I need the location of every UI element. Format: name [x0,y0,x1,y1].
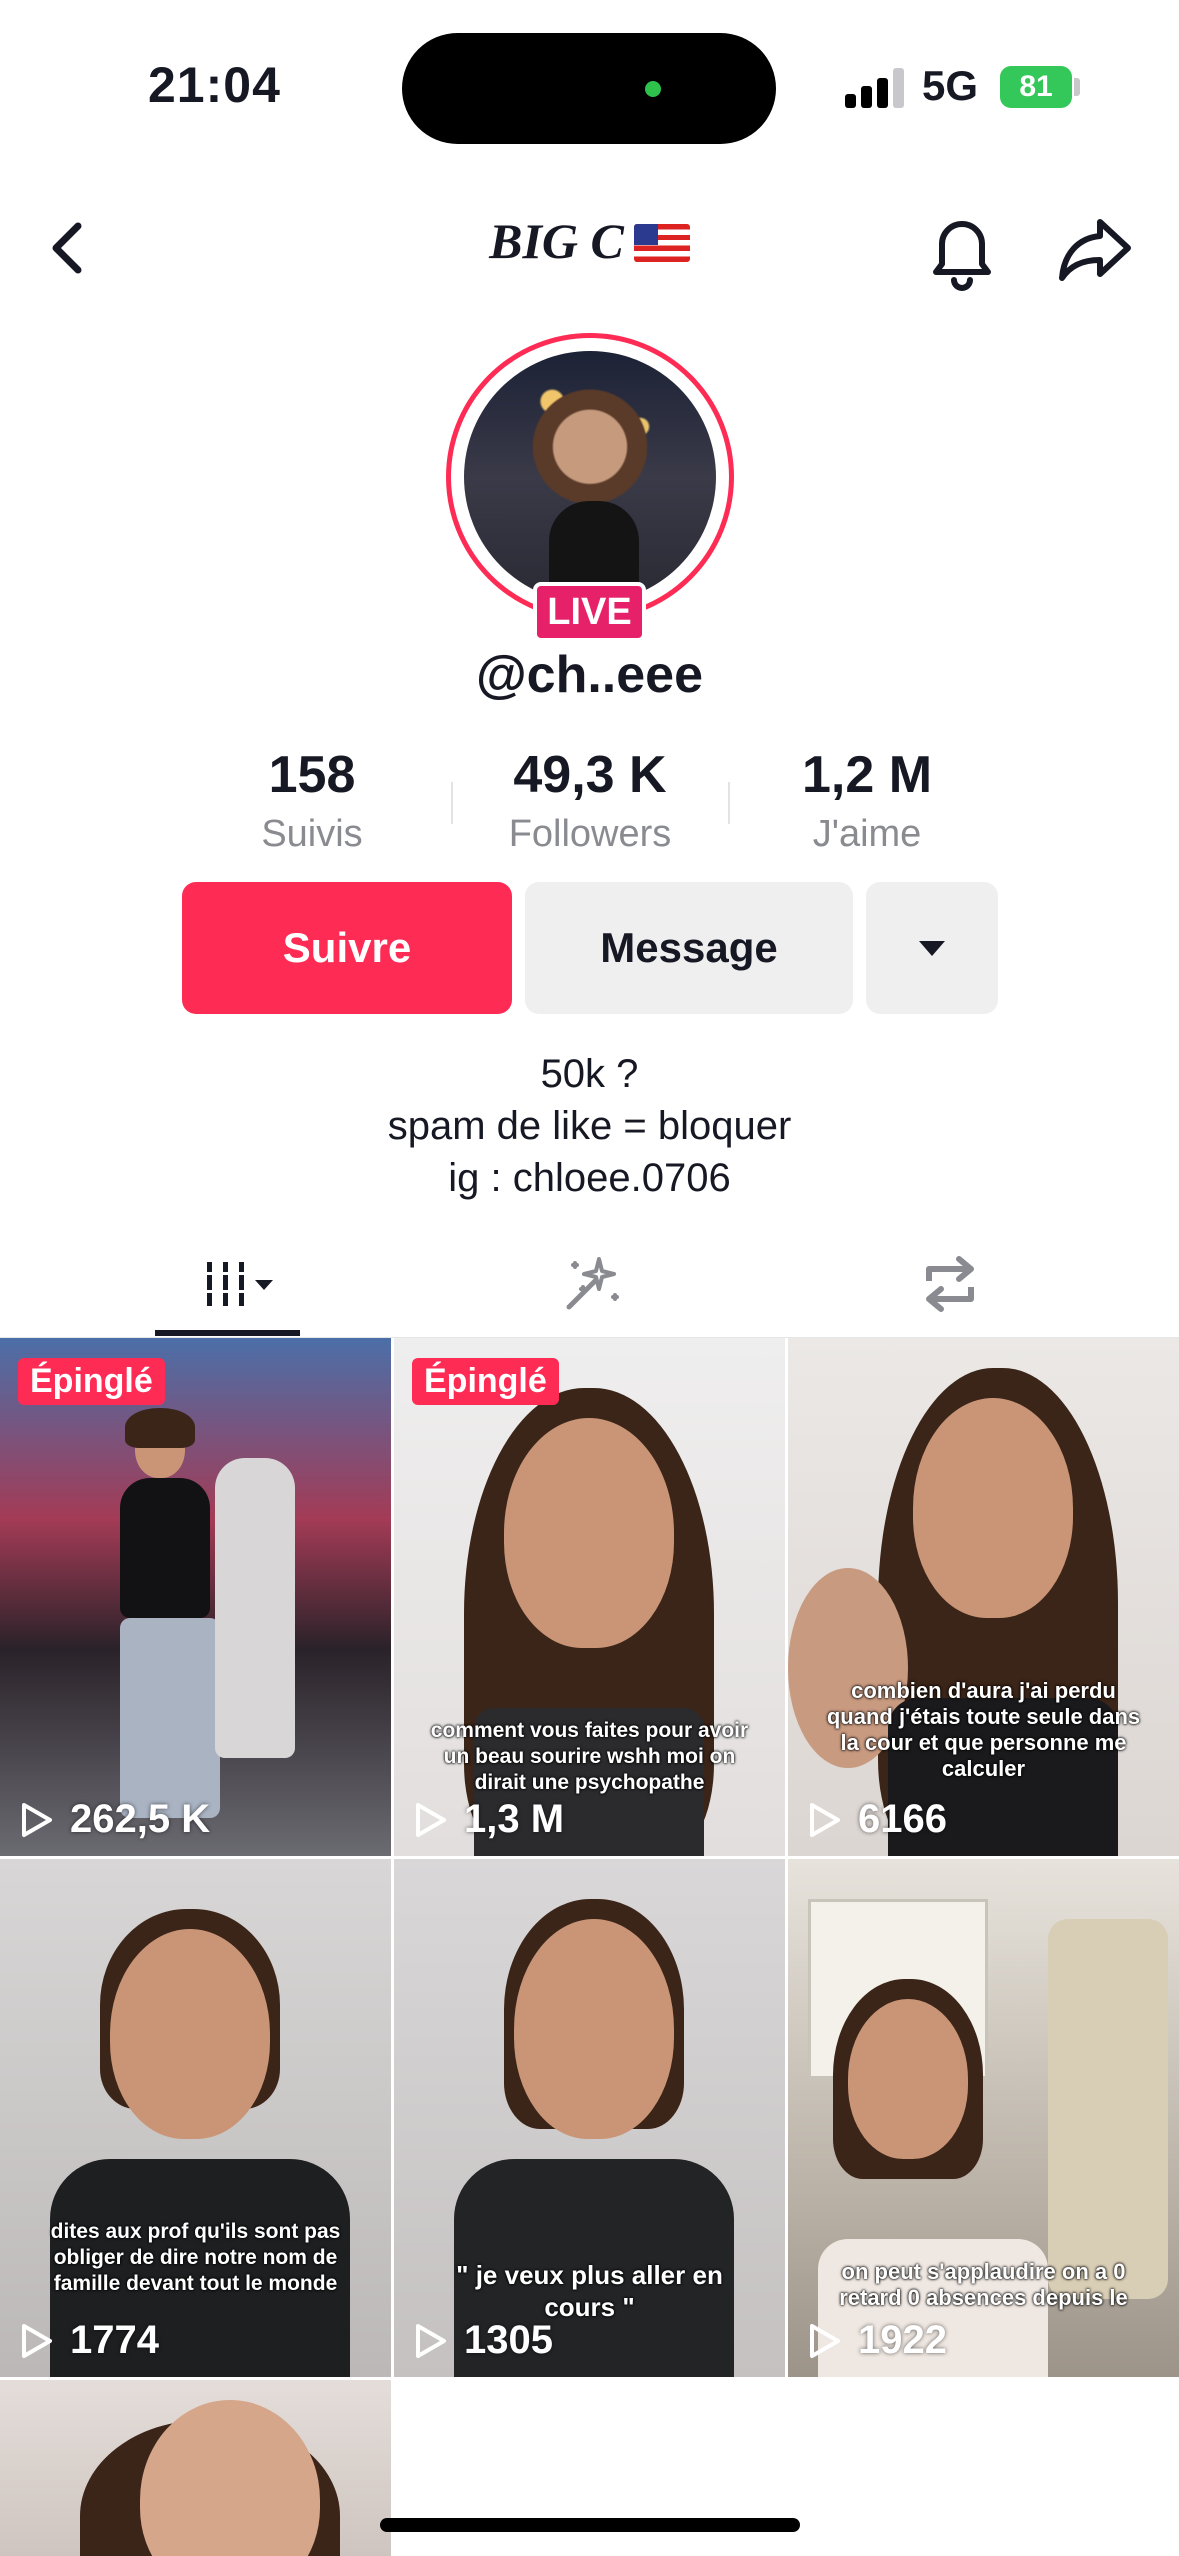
video-tile[interactable]: Épinglé 262,5 K [0,1338,391,1856]
network-type: 5G [922,62,979,109]
play-icon [22,1802,52,1837]
share-arrow-icon [1059,219,1131,281]
message-button[interactable]: Message [525,882,853,1014]
play-icon [416,2323,446,2358]
caret-down-icon [919,940,945,956]
us-flag-icon [633,224,690,262]
play-count: 6166 [804,1797,947,1842]
status-time: 21:04 [148,57,281,113]
bio-line: ig : chloee.0706 [448,1156,731,1200]
stat-value: 49,3 K [513,746,667,804]
profile-header: BIG C [0,190,1179,300]
battery-tip [1074,78,1080,96]
play-icon [416,1802,446,1837]
username: @ch..eee [475,646,704,704]
stat-value: 158 [268,746,356,804]
video-caption: dites aux prof qu'ils sont pas obliger d… [50,2220,341,2295]
play-count: 1774 [16,2318,159,2363]
grid-icon [204,1262,273,1306]
stat-divider [728,782,730,824]
camera-indicator-icon [645,81,661,97]
page-title: BIG C [0,212,1179,270]
stat-label: Suivis [261,813,363,855]
stat-label: J'aime [812,813,922,855]
share-button[interactable] [1052,208,1137,288]
play-count: 262,5 K [16,1797,210,1842]
play-count-value: 1774 [70,2318,159,2362]
video-tile[interactable] [0,2380,391,2556]
video-tile[interactable]: on peut s'applaudire on a 0 retard 0 abs… [788,1859,1179,2377]
live-badge[interactable]: LIVE [533,582,646,642]
battery-level: 81 [1019,70,1053,103]
tab-reposts[interactable] [900,1230,1000,1338]
video-tile[interactable]: dites aux prof qu'ils sont pas obliger d… [0,1859,391,2377]
avatar [464,351,716,603]
more-options-button[interactable] [866,882,998,1014]
video-tile[interactable]: Épinglé comment vous faites pour avoir u… [394,1338,785,1856]
play-icon [22,2323,52,2358]
play-count: 1,3 M [410,1797,564,1842]
video-tile[interactable]: " je veux plus aller en cours " 1305 [394,1859,785,2377]
video-caption: " je veux plus aller en cours " [456,2260,723,2322]
profile-tabs [0,1230,1179,1338]
stat-likes[interactable]: 1,2 M J'aime [782,745,952,856]
video-caption: comment vous faites pour avoir un beau s… [430,1719,749,1794]
pinned-badge: Épinglé [18,1358,165,1405]
status-bar: 21:04 5G 81 [0,0,1179,175]
play-icon [810,1802,840,1837]
tab-videos[interactable] [155,1230,300,1338]
signal-icon [845,68,905,108]
stat-divider [451,782,453,824]
video-caption: combien d'aura j'ai perdu quand j'étais … [826,1678,1141,1781]
active-tab-indicator [155,1330,300,1336]
bell-icon [933,221,991,291]
stat-following[interactable]: 158 Suivis [232,745,392,856]
repost-icon [926,1256,974,1312]
play-count-value: 1,3 M [464,1797,565,1841]
stat-followers[interactable]: 49,3 K Followers [490,745,690,856]
bio: 50k ? spam de like = bloquer ig : chloee… [0,1048,1179,1204]
play-count-value: 262,5 K [70,1797,211,1841]
video-caption: on peut s'applaudire on a 0 retard 0 abs… [839,2259,1128,2310]
play-count-value: 6166 [858,1797,947,1841]
bio-line: spam de like = bloquer [387,1104,792,1148]
avatar-ring[interactable] [446,333,734,621]
stat-label: Followers [508,813,672,855]
video-tile[interactable]: combien d'aura j'ai perdu quand j'étais … [788,1338,1179,1856]
tab-favorites[interactable] [540,1230,640,1338]
battery-icon: 81 [1000,66,1072,108]
play-count-value: 1922 [858,2318,947,2362]
home-indicator [380,2518,800,2532]
play-icon [810,2323,840,2358]
follow-button[interactable]: Suivre [182,882,512,1014]
play-count: 1922 [804,2318,947,2363]
dynamic-island [402,33,776,144]
play-count: 1305 [410,2318,553,2363]
play-count-value: 1305 [464,2318,553,2362]
notification-button[interactable] [922,204,1002,294]
bio-line: 50k ? [540,1052,639,1096]
pinned-badge: Épinglé [412,1358,559,1405]
sparkle-icon [566,1257,619,1310]
stat-value: 1,2 M [801,746,933,804]
